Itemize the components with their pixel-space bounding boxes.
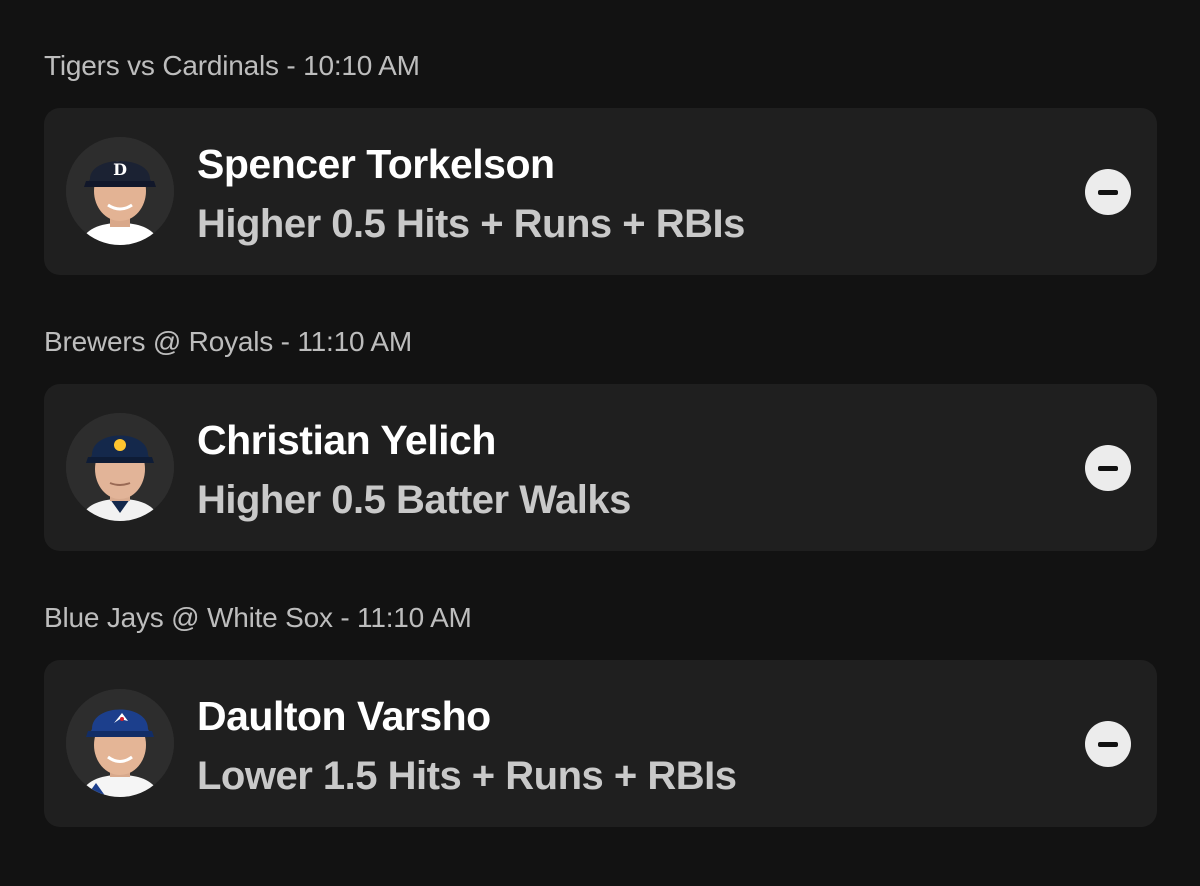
game-header: Tigers vs Cardinals - 10:10 AM <box>44 50 420 81</box>
player-headshot-icon <box>66 413 174 521</box>
pick-line: Lower 1.5 Hits + Runs + RBIs <box>197 754 737 798</box>
pick-card[interactable]: D Spencer Torkelson Higher 0.5 Hits + Ru… <box>44 108 1157 275</box>
tigers-d-logo-icon: D <box>113 160 127 179</box>
pick-section: Tigers vs Cardinals - 10:10 AM D Spencer… <box>44 49 1157 275</box>
game-header: Brewers @ Royals - 11:10 AM <box>44 326 412 357</box>
pick-card[interactable]: Christian Yelich Higher 0.5 Batter Walks <box>44 384 1157 551</box>
player-headshot-icon: D <box>66 137 174 245</box>
pick-section: Blue Jays @ White Sox - 11:10 AM Daulton… <box>44 601 1157 827</box>
remove-pick-button[interactable] <box>1085 721 1131 767</box>
pick-section: Brewers @ Royals - 11:10 AM Christian Ye… <box>44 325 1157 551</box>
player-name: Christian Yelich <box>197 417 496 463</box>
brewers-logo-icon <box>114 439 126 451</box>
player-name: Spencer Torkelson <box>197 141 555 187</box>
player-headshot-icon <box>66 689 174 797</box>
remove-pick-button[interactable] <box>1085 169 1131 215</box>
remove-pick-button[interactable] <box>1085 445 1131 491</box>
player-avatar: D <box>66 137 174 245</box>
player-avatar <box>66 413 174 521</box>
player-name: Daulton Varsho <box>197 693 491 739</box>
pick-line: Higher 0.5 Batter Walks <box>197 478 631 522</box>
game-header: Blue Jays @ White Sox - 11:10 AM <box>44 602 472 633</box>
picks-list: Tigers vs Cardinals - 10:10 AM D Spencer… <box>0 0 1200 886</box>
pick-card[interactable]: Daulton Varsho Lower 1.5 Hits + Runs + R… <box>44 660 1157 827</box>
player-avatar <box>66 689 174 797</box>
pick-line: Higher 0.5 Hits + Runs + RBIs <box>197 202 745 246</box>
